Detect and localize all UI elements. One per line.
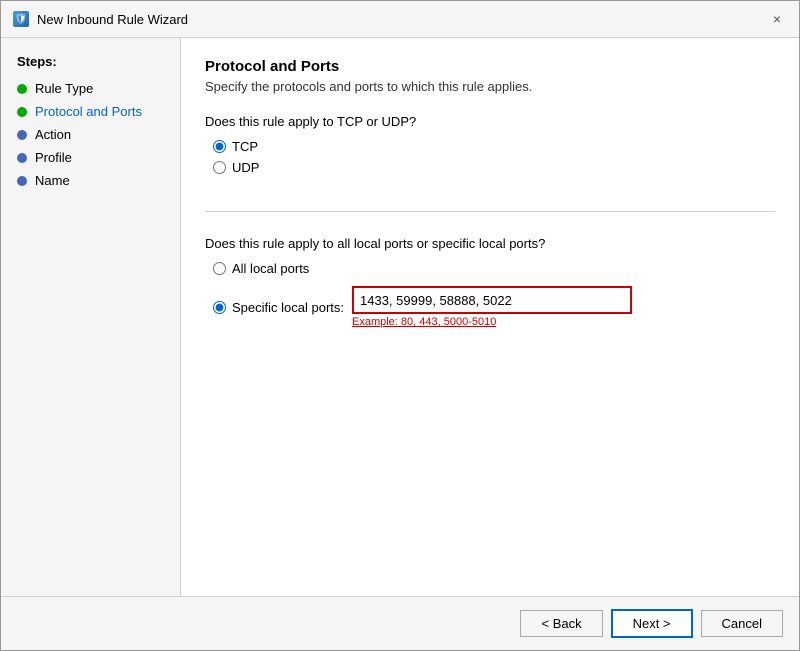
page-subtitle: Specify the protocols and ports to which… — [205, 79, 775, 94]
profile-label: Profile — [35, 150, 72, 165]
dialog-window: 🛡 New Inbound Rule Wizard × Steps: Rule … — [0, 0, 800, 651]
ports-radio-group: All local ports Specific local ports: Ex… — [213, 261, 775, 328]
name-label: Name — [35, 173, 70, 188]
wizard-icon: 🛡 — [13, 11, 29, 27]
tcp-radio[interactable] — [213, 140, 226, 153]
ports-section: Does this rule apply to all local ports … — [205, 236, 775, 328]
tcp-udp-radio-group: TCP UDP — [213, 139, 775, 175]
cancel-button[interactable]: Cancel — [701, 610, 783, 637]
all-ports-radio-item[interactable]: All local ports — [213, 261, 775, 276]
tcp-udp-question: Does this rule apply to TCP or UDP? — [205, 114, 775, 129]
main-content: Protocol and Ports Specify the protocols… — [181, 38, 799, 596]
page-title: Protocol and Ports — [205, 58, 775, 75]
section-divider — [205, 211, 775, 212]
sidebar-item-rule-type[interactable]: Rule Type — [1, 77, 180, 100]
udp-radio[interactable] — [213, 161, 226, 174]
next-button[interactable]: Next > — [611, 609, 693, 638]
protocol-ports-label: Protocol and Ports — [35, 104, 142, 119]
all-ports-label: All local ports — [232, 261, 309, 276]
back-button[interactable]: < Back — [520, 610, 602, 637]
udp-radio-item[interactable]: UDP — [213, 160, 775, 175]
specific-ports-row: Specific local ports: Example: 80, 443, … — [213, 286, 775, 328]
sidebar: Steps: Rule Type Protocol and Ports Acti… — [1, 38, 181, 596]
specific-ports-input[interactable] — [352, 286, 632, 314]
protocol-ports-dot — [17, 107, 27, 117]
rule-type-label: Rule Type — [35, 81, 93, 96]
dialog-footer: < Back Next > Cancel — [1, 596, 799, 650]
dialog-content: Steps: Rule Type Protocol and Ports Acti… — [1, 38, 799, 596]
dialog-title: New Inbound Rule Wizard — [37, 12, 188, 27]
specific-ports-radio[interactable] — [213, 301, 226, 314]
ports-input-wrapper: Example: 80, 443, 5000-5010 — [352, 286, 632, 328]
tcp-label: TCP — [232, 139, 258, 154]
close-button[interactable]: × — [767, 9, 787, 29]
title-bar-left: 🛡 New Inbound Rule Wizard — [13, 11, 188, 27]
action-label: Action — [35, 127, 71, 142]
ports-question: Does this rule apply to all local ports … — [205, 236, 775, 251]
sidebar-item-name[interactable]: Name — [1, 169, 180, 192]
action-dot — [17, 130, 27, 140]
udp-label: UDP — [232, 160, 259, 175]
example-text: Example: 80, 443, 5000-5010 — [352, 316, 632, 328]
tcp-radio-item[interactable]: TCP — [213, 139, 775, 154]
name-dot — [17, 176, 27, 186]
specific-ports-radio-item[interactable]: Specific local ports: — [213, 300, 344, 315]
steps-label: Steps: — [1, 50, 180, 77]
specific-ports-label: Specific local ports: — [232, 300, 344, 315]
sidebar-item-profile[interactable]: Profile — [1, 146, 180, 169]
tcp-udp-section: Does this rule apply to TCP or UDP? TCP … — [205, 114, 775, 175]
title-bar: 🛡 New Inbound Rule Wizard × — [1, 1, 799, 38]
profile-dot — [17, 153, 27, 163]
rule-type-dot — [17, 84, 27, 94]
all-ports-radio[interactable] — [213, 262, 226, 275]
sidebar-item-action[interactable]: Action — [1, 123, 180, 146]
sidebar-item-protocol-ports[interactable]: Protocol and Ports — [1, 100, 180, 123]
